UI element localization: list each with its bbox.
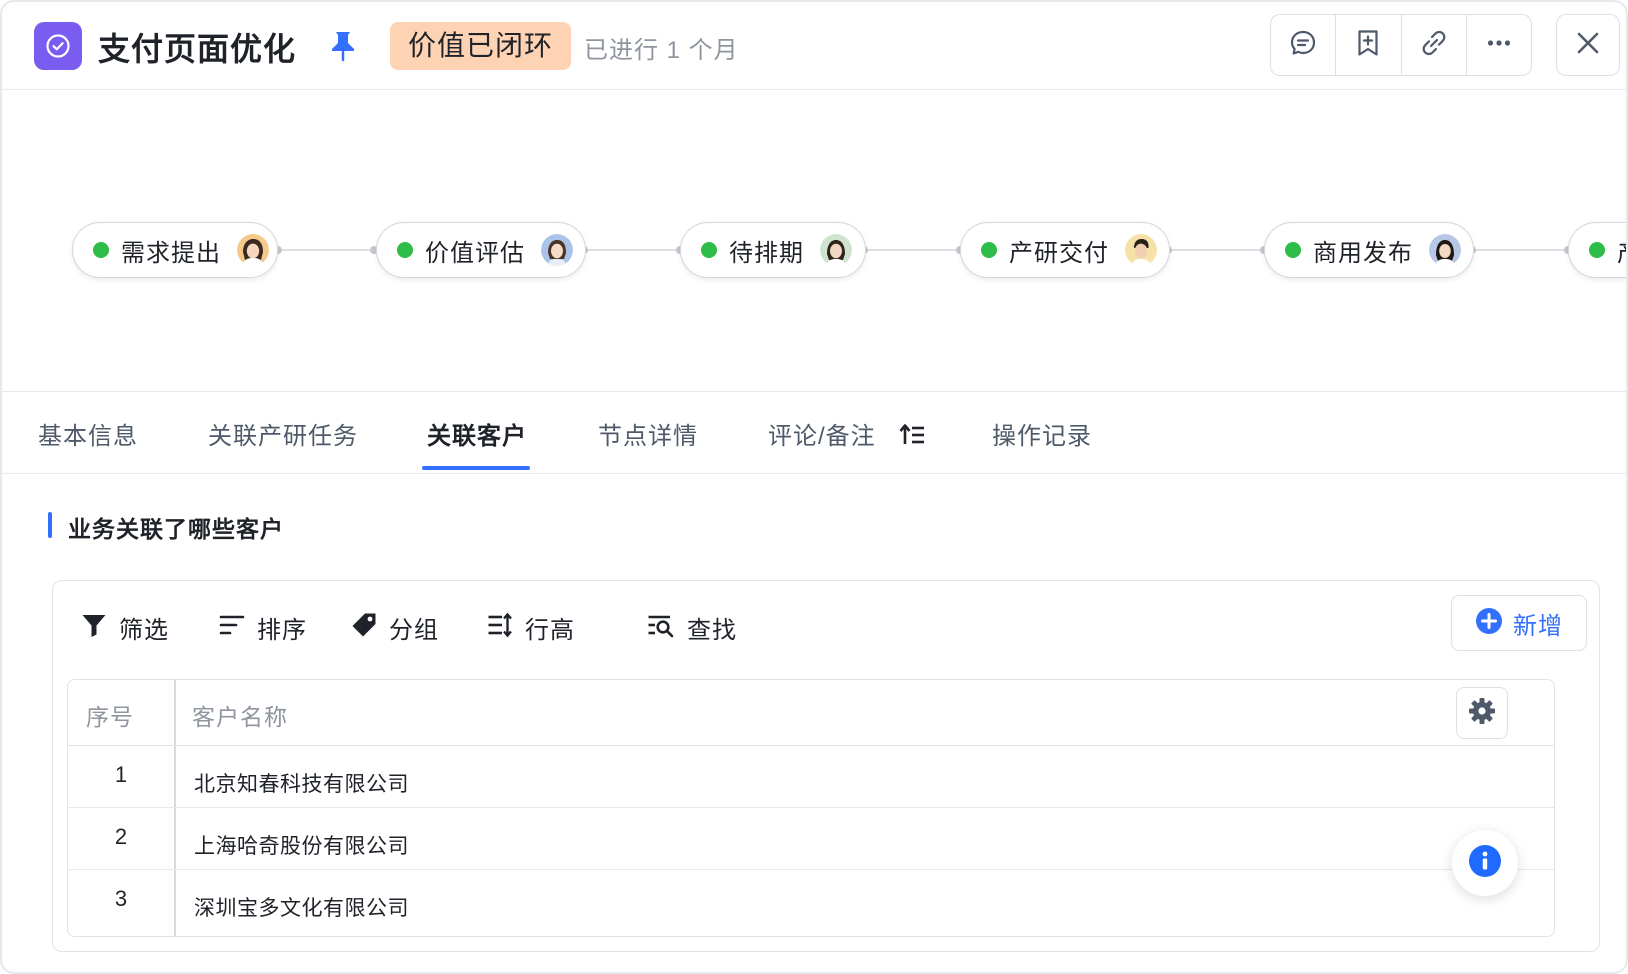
customers-table: 序号 客户名称 1 北京知春科技有限公司 2 上海哈奇股份有限公司 3 深圳宝多…	[67, 679, 1555, 937]
table-settings-button[interactable]	[1456, 687, 1508, 739]
customer-name: 北京知春科技有限公司	[194, 773, 409, 796]
bookmark-add-button[interactable]	[1336, 15, 1402, 75]
section-marker	[48, 512, 52, 538]
link-button[interactable]	[1402, 15, 1467, 75]
status-dot	[701, 242, 717, 258]
column-header-index: 序号	[86, 704, 134, 730]
flow-node-scheduling[interactable]: 待排期	[680, 222, 866, 278]
header-toolbar	[1270, 14, 1532, 76]
flow-node-delivery[interactable]: 产研交付	[960, 222, 1170, 278]
flow-node-label: 需求提出	[121, 239, 221, 267]
flow-connector	[1168, 249, 1264, 251]
duration-text: 已进行 1 个月	[584, 37, 739, 64]
flow-node-requirement[interactable]: 需求提出	[72, 222, 278, 278]
tab-operation-log[interactable]: 操作记录	[992, 416, 1092, 451]
flow-connector	[1472, 249, 1568, 251]
status-dot	[1285, 242, 1301, 258]
flow-node-label: 产	[1617, 233, 1626, 268]
table-row[interactable]: 2 上海哈奇股份有限公司	[68, 808, 1554, 870]
customers-panel: 筛选 排序 分组 行高 查找 新增 序号 客户名称 1 北京知春科技有限公司 2…	[52, 580, 1600, 952]
close-icon	[1574, 29, 1602, 62]
column-header-customer-name: 客户名称	[192, 704, 288, 730]
search-icon	[647, 612, 675, 643]
flow-connector	[864, 249, 960, 251]
customer-name: 深圳宝多文化有限公司	[194, 897, 409, 920]
row-index: 1	[114, 762, 128, 787]
page-title: 支付页面优化	[98, 31, 297, 67]
sort-order-icon	[899, 423, 925, 454]
status-badge: 价值已闭环	[390, 22, 572, 70]
sort-label: 排序	[257, 616, 307, 644]
status-dot	[93, 242, 109, 258]
avatar	[1429, 234, 1461, 266]
filter-icon	[81, 612, 107, 643]
table-row[interactable]: 3 深圳宝多文化有限公司	[68, 870, 1554, 932]
avatar	[1125, 234, 1157, 266]
status-dot	[981, 242, 997, 258]
check-circle-icon	[34, 22, 82, 70]
row-height-icon	[487, 612, 513, 643]
plus-circle-icon	[1475, 607, 1503, 640]
info-icon	[1468, 844, 1502, 883]
add-label: 新增	[1513, 612, 1563, 640]
row-index: 3	[114, 886, 128, 911]
sort-button[interactable]: 排序	[219, 609, 307, 645]
flow-connector	[584, 249, 680, 251]
info-button[interactable]	[1452, 830, 1518, 896]
comment-icon	[1288, 28, 1318, 63]
filter-button[interactable]: 筛选	[81, 609, 169, 645]
bookmark-add-icon	[1353, 28, 1383, 63]
status-dot	[397, 242, 413, 258]
process-flow: 需求提出 价值评估 待排期 产研交付 商用发布	[2, 92, 1626, 392]
table-row[interactable]: 1 北京知春科技有限公司	[68, 746, 1554, 808]
flow-node-label: 产研交付	[1009, 239, 1109, 267]
avatar	[237, 234, 269, 266]
search-label: 查找	[687, 616, 737, 644]
gear-icon	[1468, 697, 1496, 730]
more-button[interactable]	[1467, 15, 1531, 75]
row-index: 2	[114, 824, 128, 849]
flow-node-evaluation[interactable]: 价值评估	[376, 222, 586, 278]
tab-related-tasks[interactable]: 关联产研任务	[208, 416, 358, 451]
close-button[interactable]	[1556, 14, 1620, 76]
row-height-label: 行高	[525, 616, 575, 644]
row-height-button[interactable]: 行高	[487, 609, 575, 645]
filter-label: 筛选	[119, 616, 169, 644]
active-tab-indicator	[422, 466, 530, 470]
search-button[interactable]: 查找	[647, 609, 737, 645]
link-icon	[1419, 28, 1449, 63]
group-button[interactable]: 分组	[351, 609, 439, 645]
avatar	[820, 234, 852, 266]
tab-comments-label: 评论/备注	[768, 423, 876, 450]
tab-related-customers[interactable]: 关联客户	[427, 416, 527, 451]
more-icon	[1484, 28, 1514, 63]
flow-node-next[interactable]: 产	[1568, 222, 1626, 278]
tag-icon	[351, 612, 377, 643]
add-button[interactable]: 新增	[1451, 595, 1587, 651]
header-bar: 支付页面优化 价值已闭环 已进行 1 个月	[2, 2, 1626, 90]
comment-button[interactable]	[1271, 15, 1337, 75]
pin-icon[interactable]	[328, 29, 358, 63]
tab-bar: 基本信息 关联产研任务 关联客户 节点详情 评论/备注 操作记录	[2, 394, 1626, 474]
customer-name: 上海哈奇股份有限公司	[194, 835, 409, 858]
sort-icon	[219, 612, 245, 643]
section-title: 业务关联了哪些客户	[68, 516, 284, 542]
flow-node-label: 价值评估	[425, 239, 525, 267]
tab-node-details[interactable]: 节点详情	[598, 416, 698, 451]
avatar	[541, 234, 573, 266]
tab-basic-info[interactable]: 基本信息	[38, 416, 138, 451]
flow-node-label: 商用发布	[1313, 239, 1413, 267]
flow-connector	[278, 249, 374, 251]
flow-node-label: 待排期	[729, 239, 804, 267]
status-dot	[1589, 242, 1605, 258]
flow-node-release[interactable]: 商用发布	[1264, 222, 1474, 278]
tab-comments[interactable]: 评论/备注	[768, 416, 925, 454]
table-header: 序号 客户名称	[68, 680, 1554, 746]
group-label: 分组	[389, 616, 439, 644]
detail-window: 支付页面优化 价值已闭环 已进行 1 个月 需求提出 价值评估 待排期 产研交付…	[0, 0, 1628, 974]
